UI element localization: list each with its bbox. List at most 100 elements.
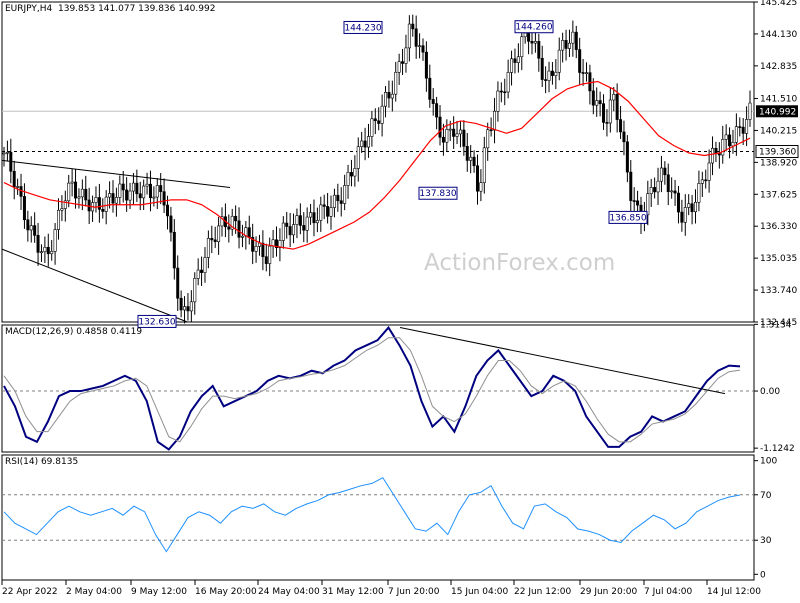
candle-body: [247, 227, 251, 238]
candle-body: [414, 28, 418, 47]
candle: [666, 163, 670, 206]
candle: [506, 59, 510, 99]
candle-body: [322, 204, 326, 207]
candle-body: [530, 41, 534, 44]
candle-body: [206, 238, 210, 258]
candle-body: [418, 45, 422, 48]
candle: [632, 187, 636, 214]
x-tick-label: 7 Jul 04:00: [644, 587, 693, 597]
candle-body: [22, 196, 26, 221]
candle-body: [39, 251, 43, 254]
candle-body: [469, 156, 473, 161]
candle-body: [87, 199, 91, 212]
candle-body: [714, 147, 718, 154]
main-y-tick-label: 140.215: [760, 126, 797, 136]
candle: [462, 120, 466, 156]
main-y-tick-label: 137.625: [760, 190, 797, 200]
candle: [230, 208, 234, 236]
candle-body: [605, 122, 609, 124]
candle: [687, 194, 691, 216]
candle: [557, 37, 561, 81]
macd-trendline: [399, 327, 726, 395]
candle-body: [404, 47, 408, 64]
candle-body: [537, 41, 541, 59]
candle-body: [57, 209, 61, 230]
candle: [312, 199, 316, 237]
x-tick-label: 29 Jun 20:00: [580, 587, 637, 597]
level-label: 139.360: [759, 148, 796, 158]
candle: [360, 131, 364, 153]
candle: [104, 190, 108, 225]
candle-body: [172, 231, 176, 269]
candle: [738, 117, 742, 137]
candle-body: [169, 215, 173, 233]
candle: [53, 222, 57, 265]
candle: [159, 173, 163, 205]
candle-body: [268, 245, 272, 264]
candle: [629, 160, 633, 212]
candle-body: [745, 119, 749, 134]
candle-body: [254, 246, 258, 252]
rsi-pane-frame: [1, 454, 755, 581]
candle: [275, 226, 279, 257]
rsi-y-tick-label: 100: [760, 457, 777, 467]
candle-body: [452, 128, 456, 137]
candle: [135, 169, 139, 202]
candle-body: [513, 58, 517, 63]
candle: [2, 146, 6, 167]
candle: [748, 90, 752, 127]
candle: [697, 170, 701, 212]
candle: [264, 243, 268, 272]
candle: [411, 14, 415, 37]
candle: [595, 87, 599, 117]
candle: [584, 62, 588, 82]
candle-body: [26, 219, 30, 231]
chart-root: EURJPY,H4 139.853 141.077 139.836 140.99…: [0, 0, 800, 600]
candle-body: [411, 23, 415, 30]
candle: [472, 150, 476, 173]
candle: [452, 116, 456, 149]
candle-body: [578, 49, 582, 73]
candle-body: [516, 56, 520, 63]
candle: [39, 244, 43, 262]
candle: [636, 190, 640, 212]
candle-body: [390, 93, 394, 99]
candle-body: [70, 181, 74, 184]
candle-body: [636, 200, 640, 206]
candle-body: [564, 40, 568, 49]
candle: [220, 207, 224, 237]
candle: [240, 224, 244, 248]
candle-body: [237, 220, 241, 238]
candle: [227, 214, 231, 243]
candle: [210, 225, 214, 254]
candle-body: [94, 197, 98, 203]
candle: [683, 194, 687, 236]
candle: [707, 149, 711, 193]
candle-body: [332, 194, 336, 208]
annotation-label: 136.850: [609, 213, 646, 223]
candle-body: [428, 77, 432, 100]
candle: [9, 138, 13, 184]
candle-body: [97, 197, 101, 210]
candle-body: [9, 151, 13, 172]
candle: [578, 37, 582, 85]
candle-body: [16, 186, 20, 188]
candle: [496, 81, 500, 122]
candle-body: [111, 193, 115, 204]
candle-body: [595, 100, 599, 106]
main-pane-frame: [1, 1, 755, 323]
candle: [421, 38, 425, 61]
candle-body: [377, 120, 381, 124]
candle-body: [567, 42, 571, 49]
candle-body: [503, 91, 507, 94]
candle-body: [475, 165, 479, 192]
candle: [131, 172, 135, 205]
candle-body: [281, 222, 285, 241]
candle-body: [166, 204, 170, 217]
candle: [26, 210, 30, 242]
candle-body: [319, 204, 323, 221]
candle: [625, 135, 629, 183]
candle-body: [183, 306, 187, 311]
candle-body: [619, 119, 623, 133]
candle: [111, 180, 115, 213]
